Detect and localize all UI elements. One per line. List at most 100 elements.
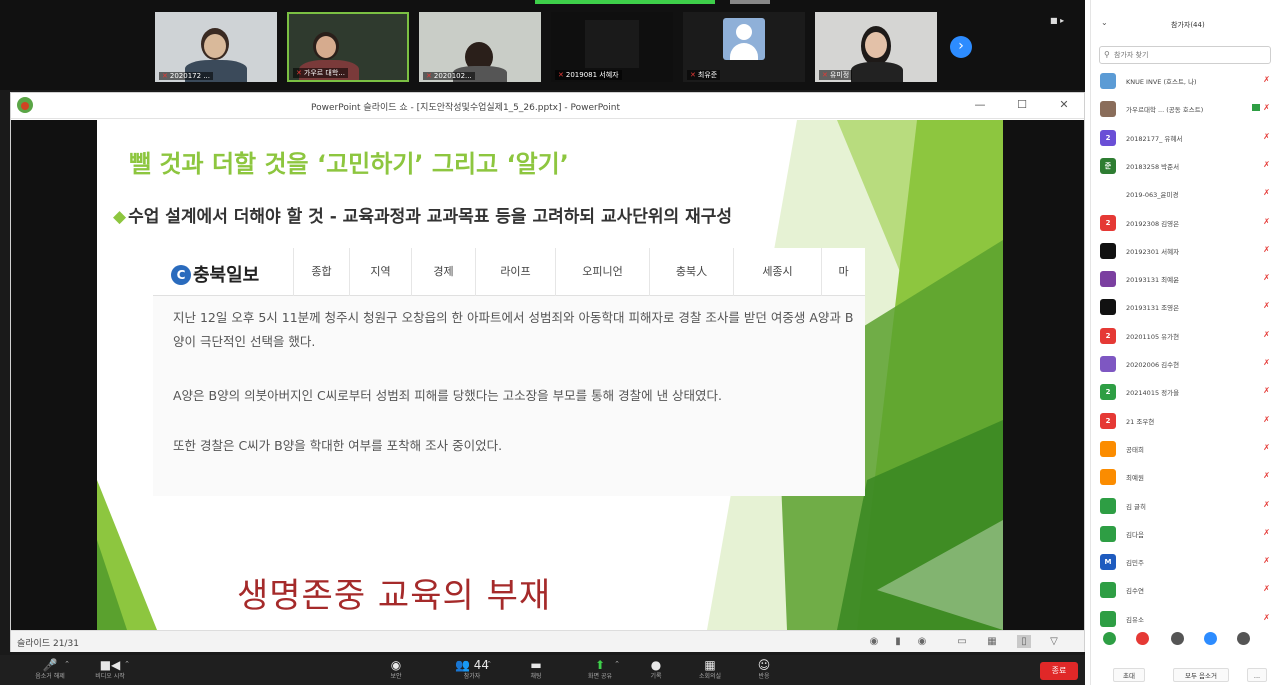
search-icon: ⚲ bbox=[1104, 50, 1110, 59]
collapse-chevron-icon[interactable]: ⌄ bbox=[1101, 18, 1108, 27]
video-tile-name: ✕ 2019081 서혜자 bbox=[555, 70, 622, 80]
slide[interactable]: 뺄 것과 더할 것을 ‘고민하기’ 그리고 ‘알기’ ◆ 수업 설계에서 더해야 … bbox=[97, 120, 1003, 630]
participant-row[interactable]: 김수연 ✗ bbox=[1091, 581, 1275, 599]
caret-up-icon[interactable]: ⌃ bbox=[486, 660, 492, 668]
participants-button[interactable]: 👥 44 참가자 ⌃ bbox=[442, 658, 502, 684]
participant-row[interactable]: 20193131 최예윤 ✗ bbox=[1091, 270, 1275, 288]
normal-view-icon[interactable]: ▭ bbox=[955, 635, 969, 648]
previous-slide-icon[interactable]: ◉ bbox=[867, 635, 881, 648]
muted-mic-icon[interactable]: ✗ bbox=[1263, 75, 1270, 84]
participant-row[interactable]: 가우르대학 ... (공동 호스트) ✗ bbox=[1091, 100, 1275, 118]
muted-mic-icon[interactable]: ✗ bbox=[1263, 584, 1270, 593]
search-input[interactable] bbox=[1114, 49, 1264, 61]
participant-row[interactable]: 공태희 ✗ bbox=[1091, 440, 1275, 458]
video-tile-name: ✕ 2020172 ... bbox=[159, 72, 213, 80]
view-options-indicator[interactable] bbox=[730, 0, 770, 4]
muted-mic-icon[interactable]: ✗ bbox=[1263, 273, 1270, 282]
chat-button[interactable]: ▬ 채팅 bbox=[506, 658, 566, 684]
slow-down-reaction-icon[interactable] bbox=[1171, 632, 1184, 645]
caret-up-icon[interactable]: ⌃ bbox=[614, 660, 620, 668]
participant-row[interactable]: 20193131 조영은 ✗ bbox=[1091, 298, 1275, 316]
no-reaction-icon[interactable] bbox=[1136, 632, 1149, 645]
participant-row[interactable]: M 김민주 ✗ bbox=[1091, 553, 1275, 571]
muted-mic-icon[interactable]: ✗ bbox=[1263, 443, 1270, 452]
muted-mic-icon[interactable]: ✗ bbox=[1263, 188, 1270, 197]
next-page-button[interactable]: › bbox=[950, 36, 972, 58]
video-tile[interactable]: ✕ 2020102... bbox=[419, 12, 541, 82]
slide-sorter-icon[interactable]: ▦ bbox=[985, 635, 999, 648]
participant-row[interactable]: 2 20192308 김영은 ✗ bbox=[1091, 214, 1275, 232]
person-face bbox=[865, 32, 887, 58]
smiley-icon: ☺ bbox=[757, 658, 771, 672]
record-button[interactable]: ● 기록 bbox=[626, 658, 686, 684]
muted-mic-icon[interactable]: ✗ bbox=[1263, 245, 1270, 254]
close-button[interactable]: ✕ bbox=[1055, 97, 1073, 113]
zoom-meeting-area: ✕ 2020172 ... ✕ 가우르 대학... ✕ 2020102... ✕ 201… bbox=[0, 0, 1085, 685]
muted-mic-icon[interactable]: ✗ bbox=[1263, 613, 1270, 622]
yes-reaction-icon[interactable] bbox=[1103, 632, 1116, 645]
reading-view-icon[interactable]: ▯ bbox=[1017, 635, 1031, 648]
mute-all-button[interactable]: 모두 음소거 bbox=[1173, 668, 1229, 682]
share-screen-icon: ⬆ bbox=[594, 658, 606, 672]
minimize-button[interactable]: — bbox=[971, 97, 989, 113]
muted-mic-icon[interactable]: ✗ bbox=[1263, 217, 1270, 226]
more-reactions-icon[interactable] bbox=[1237, 632, 1250, 645]
participant-row[interactable]: 2 20214015 정가을 ✗ bbox=[1091, 383, 1275, 401]
participant-row[interactable]: 2 21 조우현 ✗ bbox=[1091, 412, 1275, 430]
invite-button[interactable]: 초대 bbox=[1113, 668, 1145, 682]
muted-mic-icon[interactable]: ✗ bbox=[1263, 132, 1270, 141]
caret-up-icon[interactable]: ⌃ bbox=[124, 660, 130, 668]
mute-button[interactable]: 🎤 음소거 해제 ⌃ bbox=[20, 658, 80, 684]
start-video-button[interactable]: ■◀ 비디오 시작 ⌃ bbox=[80, 658, 140, 684]
muted-mic-icon[interactable]: ✗ bbox=[1263, 301, 1270, 310]
video-tile[interactable]: ✕ 2019081 서혜자 bbox=[551, 12, 673, 82]
panel-footer: 초대 모두 음소거 ... bbox=[1091, 664, 1275, 685]
muted-mic-icon[interactable]: ✗ bbox=[1263, 330, 1270, 339]
next-slide-icon[interactable]: ◉ bbox=[915, 635, 929, 648]
participant-row[interactable]: 준 20183258 박준서 ✗ bbox=[1091, 157, 1275, 175]
participant-row[interactable]: 김다음 ✗ bbox=[1091, 525, 1275, 543]
muted-mic-icon[interactable]: ✗ bbox=[1263, 556, 1270, 565]
slide-menu-icon[interactable]: ▮ bbox=[891, 635, 905, 648]
participant-row[interactable]: 2 20182177_ 유혜서 ✗ bbox=[1091, 129, 1275, 147]
video-tile[interactable]: ✕ 2020172 ... bbox=[155, 12, 277, 82]
powerpoint-window: PowerPoint 슬라이드 쇼 - [지도안작성및수업실제1_5_26.pp… bbox=[10, 92, 1085, 652]
participant-row[interactable]: KNUE INVE (호스트, 나) ✗ bbox=[1091, 72, 1275, 90]
participant-avatar bbox=[1100, 299, 1116, 316]
participant-row[interactable]: 20202006 김수현 ✗ bbox=[1091, 355, 1275, 373]
view-toggle-button[interactable]: ■ ▸ bbox=[1050, 16, 1064, 25]
shield-icon: ◉ bbox=[390, 658, 402, 672]
security-button[interactable]: ◉ 보안 bbox=[366, 658, 426, 684]
participant-row[interactable]: 김 글히 ✗ bbox=[1091, 497, 1275, 515]
participant-name: 2019-063_윤미경 bbox=[1126, 191, 1179, 200]
muted-mic-icon[interactable]: ✗ bbox=[1263, 358, 1270, 367]
participant-row[interactable]: 20192301 서혜자 ✗ bbox=[1091, 242, 1275, 260]
participant-search[interactable]: ⚲ bbox=[1099, 46, 1271, 64]
video-tile[interactable]: ✕ 최유준 bbox=[683, 12, 805, 82]
slideshow-view-icon[interactable]: ▽ bbox=[1047, 635, 1061, 648]
end-meeting-button[interactable]: 종료 bbox=[1040, 662, 1078, 680]
muted-mic-icon[interactable]: ✗ bbox=[1263, 103, 1270, 112]
muted-mic-icon[interactable]: ✗ bbox=[1263, 160, 1270, 169]
participant-row[interactable]: 2019-063_윤미경 ✗ bbox=[1091, 185, 1275, 203]
reactions-button[interactable]: ☺ 반응 bbox=[734, 658, 794, 684]
muted-mic-icon[interactable]: ✗ bbox=[1263, 471, 1270, 480]
profile-picture bbox=[585, 20, 639, 68]
breakout-rooms-button[interactable]: ▦ 소회의실 bbox=[680, 658, 740, 684]
muted-mic-icon[interactable]: ✗ bbox=[1263, 528, 1270, 537]
muted-mic-icon[interactable]: ✗ bbox=[1263, 415, 1270, 424]
video-tile[interactable]: ✕ 유미정 bbox=[815, 12, 937, 82]
muted-mic-icon[interactable]: ✗ bbox=[1263, 386, 1270, 395]
share-screen-button[interactable]: ⬆ 화면 공유 ⌃ bbox=[570, 658, 630, 684]
participant-name: 공태희 bbox=[1126, 445, 1144, 454]
video-tile-active-speaker[interactable]: ✕ 가우르 대학... bbox=[287, 12, 409, 82]
participant-avatar bbox=[1100, 497, 1116, 514]
caret-up-icon[interactable]: ⌃ bbox=[64, 660, 70, 668]
speed-up-reaction-icon[interactable] bbox=[1204, 632, 1217, 645]
muted-mic-icon[interactable]: ✗ bbox=[1263, 500, 1270, 509]
participant-row[interactable]: 김유소 ✗ bbox=[1091, 610, 1275, 628]
participant-row[interactable]: 최예원 ✗ bbox=[1091, 468, 1275, 486]
more-options-button[interactable]: ... bbox=[1247, 668, 1267, 682]
participant-row[interactable]: 2 20201105 유가현 ✗ bbox=[1091, 327, 1275, 345]
maximize-button[interactable]: ☐ bbox=[1013, 97, 1031, 113]
